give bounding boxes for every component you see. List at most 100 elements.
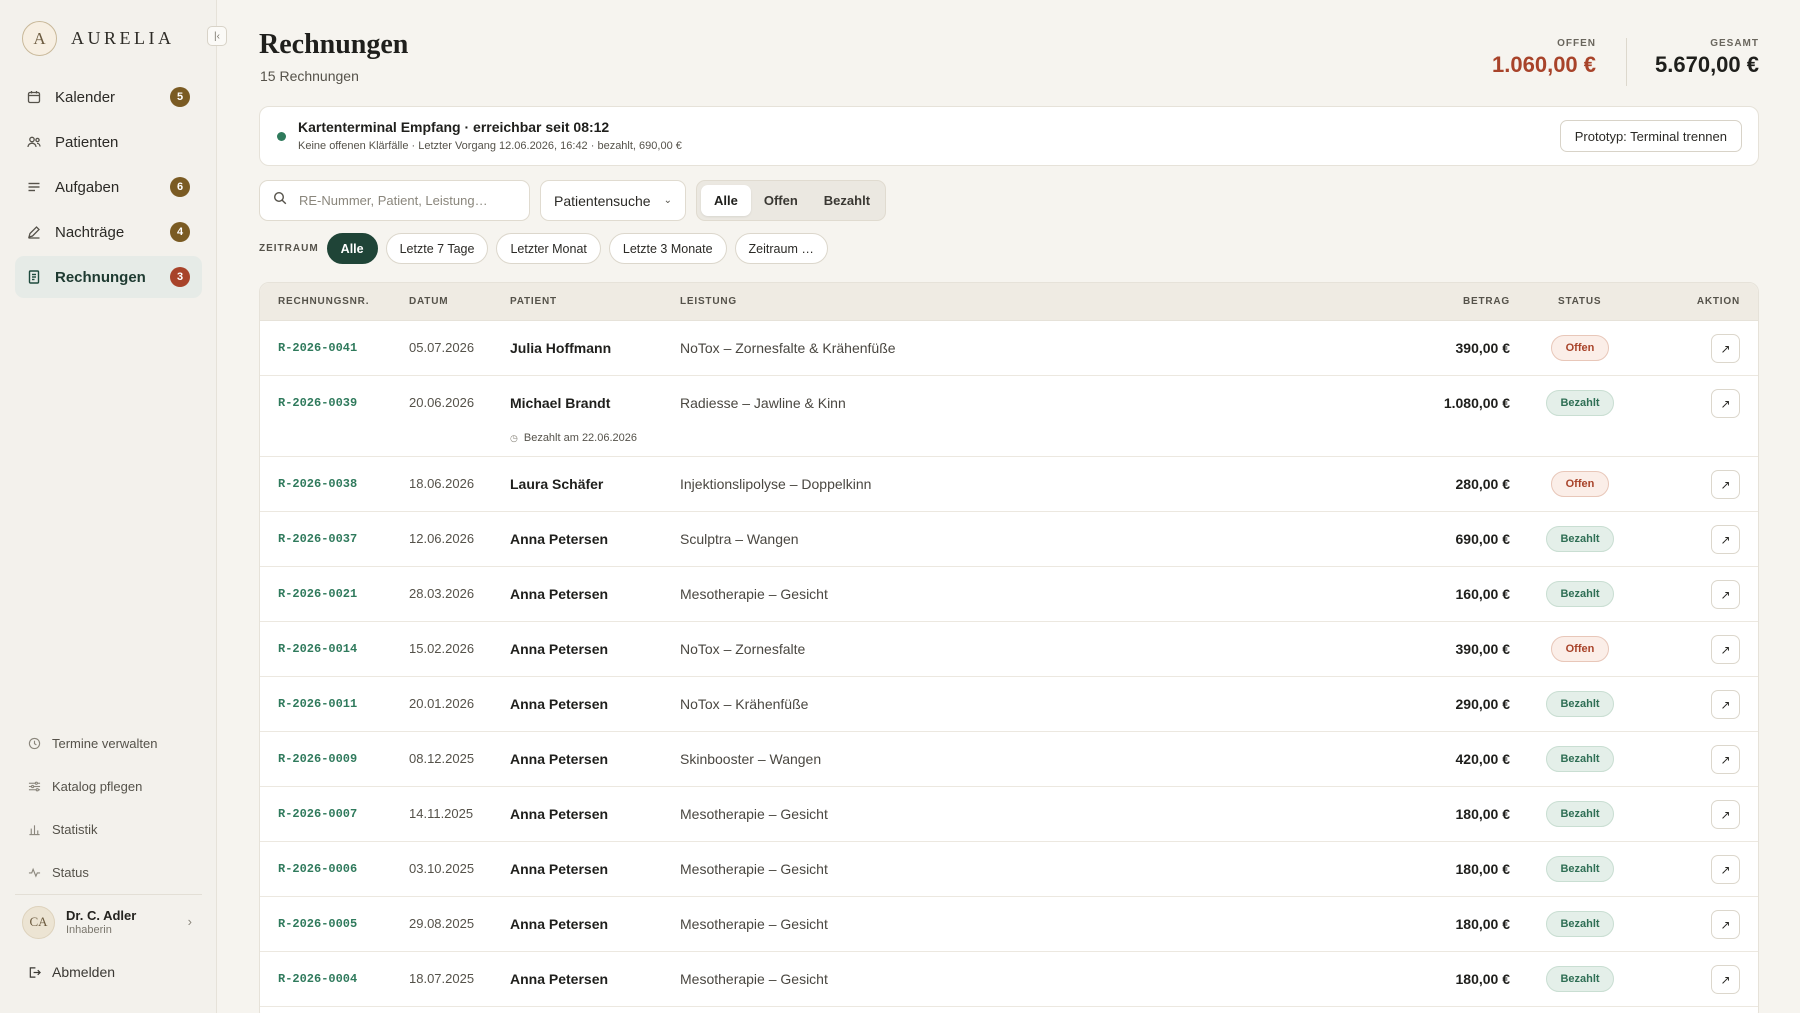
sidebar-item-katalog-pflegen[interactable]: Katalog pflegen <box>15 765 202 808</box>
tab-bezahlt[interactable]: Bezahlt <box>811 185 883 216</box>
invoice-number-link[interactable]: R-2026-0037 <box>278 532 357 546</box>
range-chip-alle[interactable]: Alle <box>326 233 378 264</box>
sidebar-item-statistik[interactable]: Statistik <box>15 808 202 851</box>
paid-note: ◷ Bezahlt am 22.06.2026 <box>510 432 637 444</box>
arrow-up-right-icon: ↗ <box>1720 862 1731 877</box>
logout-icon <box>27 965 41 979</box>
table-row[interactable]: R-2026-0041 05.07.2026 Julia Hoffmann NoTox… <box>260 321 1758 376</box>
table-row[interactable]: R-2026-0039 20.06.2026 Michael Brandt Radie… <box>260 376 1758 457</box>
main-nav: Kalender 5 Patienten Aufgaben 6 Nachträg… <box>15 76 202 301</box>
status-badge: Bezahlt <box>1546 911 1614 937</box>
column-header-service[interactable]: LEISTUNG <box>680 296 737 307</box>
sidebar-item-rechnungen[interactable]: Rechnungen 3 <box>15 256 202 298</box>
column-header-status[interactable]: STATUS <box>1558 296 1601 307</box>
sidebar-item-patienten[interactable]: Patienten <box>15 121 202 163</box>
open-invoice-button[interactable]: ↗ <box>1711 389 1740 418</box>
patient-name: Michael Brandt <box>510 395 611 411</box>
table-row[interactable]: R-2026-0006 03.10.2025 Anna Petersen Mesoth… <box>260 842 1758 897</box>
status-badge: Offen <box>1551 471 1609 497</box>
range-chip-last-7-days[interactable]: Letzte 7 Tage <box>385 233 489 264</box>
open-invoice-button[interactable]: ↗ <box>1711 690 1740 719</box>
range-chip-last-month[interactable]: Letzter Monat <box>496 233 601 264</box>
sidebar-item-kalender[interactable]: Kalender 5 <box>15 76 202 118</box>
open-invoice-button[interactable]: ↗ <box>1711 910 1740 939</box>
table-row[interactable]: R-2026-0021 28.03.2026 Anna Petersen Mesoth… <box>260 567 1758 622</box>
open-invoice-button[interactable]: ↗ <box>1711 580 1740 609</box>
arrow-up-right-icon: ↗ <box>1720 972 1731 987</box>
invoice-number-link[interactable]: R-2026-0011 <box>278 697 357 711</box>
sidebar-item-label: Termine verwalten <box>52 736 158 751</box>
arrow-up-right-icon: ↗ <box>1720 341 1731 356</box>
table-row[interactable]: R-2026-0007 14.11.2025 Anna Petersen Mesoth… <box>260 787 1758 842</box>
table-row[interactable]: R-2026-0011 20.01.2026 Anna Petersen NoTox … <box>260 677 1758 732</box>
sidebar-item-label: Rechnungen <box>55 268 146 286</box>
patient-name: Laura Schäfer <box>510 476 604 492</box>
invoice-number-link[interactable]: R-2026-0009 <box>278 752 357 766</box>
invoice-number-link[interactable]: R-2026-0004 <box>278 972 357 986</box>
open-invoice-button[interactable]: ↗ <box>1711 800 1740 829</box>
open-invoice-button[interactable]: ↗ <box>1711 525 1740 554</box>
table-row[interactable]: R-2026-0005 29.08.2025 Anna Petersen Mesoth… <box>260 897 1758 952</box>
search-field[interactable] <box>259 180 530 221</box>
column-header-nr[interactable]: RECHNUNGSNR. <box>278 296 369 307</box>
invoice-number-link[interactable]: R-2026-0021 <box>278 587 357 601</box>
patient-name: Anna Petersen <box>510 696 609 712</box>
open-invoice-button[interactable]: ↗ <box>1711 334 1740 363</box>
invoice-date: 20.06.2026 <box>409 395 475 410</box>
invoice-number-link[interactable]: R-2026-0038 <box>278 477 357 491</box>
arrow-up-right-icon: ↗ <box>1720 917 1731 932</box>
brand-logo[interactable]: A AURELIA <box>22 21 175 56</box>
column-header-amount[interactable]: BETRAG <box>1463 296 1510 307</box>
invoice-number-link[interactable]: R-2026-0005 <box>278 917 357 931</box>
table-row[interactable]: R-2026-0009 08.12.2025 Anna Petersen Skinbo… <box>260 732 1758 787</box>
tab-offen[interactable]: Offen <box>751 185 811 216</box>
invoice-amount: 160,00 € <box>1455 586 1511 602</box>
table-row[interactable]: R-2026-0037 12.06.2026 Anna Petersen Sculpt… <box>260 512 1758 567</box>
secondary-nav: Termine verwalten Katalog pflegen Statis… <box>15 722 202 894</box>
table-row[interactable]: R-2026-0004 18.07.2025 Anna Petersen Mesoth… <box>260 952 1758 1007</box>
patient-name: Anna Petersen <box>510 916 609 932</box>
open-invoice-button[interactable]: ↗ <box>1711 855 1740 884</box>
open-invoice-button[interactable]: ↗ <box>1711 745 1740 774</box>
sidebar-item-label: Patienten <box>55 133 119 151</box>
disconnect-terminal-button[interactable]: Prototyp: Terminal trennen <box>1559 120 1742 152</box>
collapse-sidebar-button[interactable]: |‹ <box>207 26 227 46</box>
invoice-amount: 280,00 € <box>1455 476 1511 492</box>
sidebar-item-nachtraege[interactable]: Nachträge 4 <box>15 211 202 253</box>
page-subtitle: 15 Rechnungen <box>260 68 359 84</box>
open-invoice-button[interactable]: ↗ <box>1711 635 1740 664</box>
column-header-date[interactable]: DATUM <box>409 296 448 307</box>
column-header-patient[interactable]: PATIENT <box>510 296 557 307</box>
count-badge: 6 <box>170 177 190 197</box>
sidebar-item-status[interactable]: Status <box>15 851 202 894</box>
open-invoice-button[interactable]: ↗ <box>1711 965 1740 994</box>
paid-note-text: Bezahlt am 22.06.2026 <box>523 432 637 444</box>
users-icon <box>27 135 41 149</box>
range-chip-custom[interactable]: Zeitraum … <box>734 233 828 264</box>
search-input[interactable] <box>299 193 519 208</box>
invoice-number-link[interactable]: R-2026-0014 <box>278 642 357 656</box>
invoice-number-link[interactable]: R-2026-0006 <box>278 862 357 876</box>
logout-button[interactable]: Abmelden <box>27 964 115 980</box>
open-invoice-button[interactable]: ↗ <box>1711 470 1740 499</box>
invoice-number-link[interactable]: R-2026-0041 <box>278 341 357 355</box>
invoice-date: 14.11.2025 <box>409 806 474 821</box>
range-chip-last-3-months[interactable]: Letzte 3 Monate <box>608 233 727 264</box>
invoice-number-link[interactable]: R-2026-0039 <box>278 396 357 410</box>
sidebar-item-aufgaben[interactable]: Aufgaben 6 <box>15 166 202 208</box>
tab-alle[interactable]: Alle <box>701 185 751 216</box>
collapse-icon: |‹ <box>214 30 220 42</box>
table-row[interactable]: R-2026-0038 18.06.2026 Laura Schäfer Injekt… <box>260 457 1758 512</box>
service-name: Mesotherapie – Gesicht <box>680 971 828 987</box>
arrow-up-right-icon: ↗ <box>1720 477 1731 492</box>
table-row[interactable]: R-2026-0014 15.02.2026 Anna Petersen NoTox … <box>260 622 1758 677</box>
brand-mark: A <box>22 21 57 56</box>
invoice-date: 20.01.2026 <box>409 696 475 711</box>
invoice-date: 29.08.2025 <box>409 916 475 931</box>
sidebar-item-termine-verwalten[interactable]: Termine verwalten <box>15 722 202 765</box>
patient-search-select[interactable]: Patientensuche ⌄ <box>540 180 686 221</box>
invoice-number-link[interactable]: R-2026-0007 <box>278 807 357 821</box>
sidebar: A AURELIA Kalender 5 Patienten Aufgaben … <box>0 0 217 1013</box>
arrow-up-right-icon: ↗ <box>1720 587 1731 602</box>
user-profile[interactable]: CA Dr. C. Adler Inhaberin › <box>22 905 192 939</box>
